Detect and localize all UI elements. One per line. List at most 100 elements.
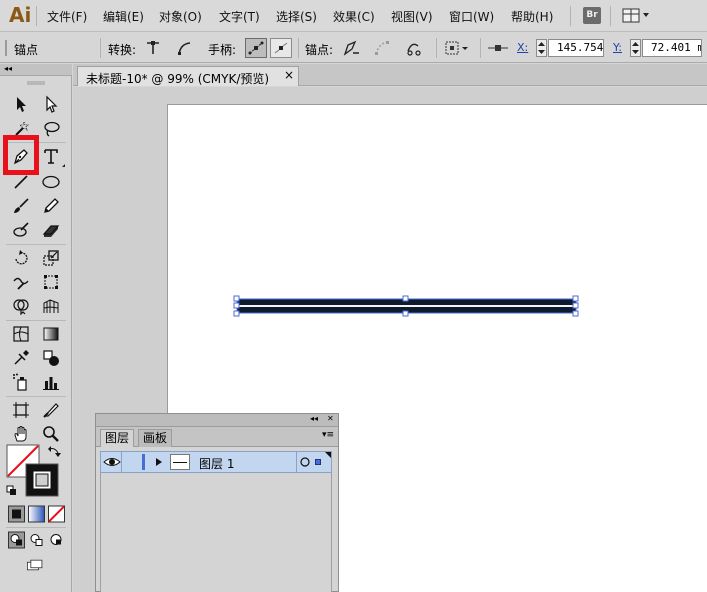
convert-label: 转换: [108,43,137,57]
symbol-sprayer-tool[interactable] [10,371,32,393]
menu-file[interactable]: 文件(F) [47,8,87,25]
layer-name[interactable]: 图层 1 [199,455,234,472]
bridge-button[interactable]: Br [583,7,601,24]
rotate-tool[interactable] [10,247,32,269]
layers-list-area[interactable] [100,473,332,592]
convert-to-smooth-button[interactable] [175,39,193,57]
menu-bar: Ai 文件(F) 编辑(E) 对象(O) 文字(T) 选择(S) 效果(C) 视… [0,0,707,32]
ellipse-tool[interactable] [40,171,62,193]
hide-handles-button[interactable] [270,38,292,58]
reference-point-button[interactable] [444,39,472,57]
scale-icon [43,250,59,266]
menu-select[interactable]: 选择(S) [276,8,317,25]
artboard-tool[interactable] [10,399,32,421]
gradient-icon [43,327,59,341]
column-graph-tool[interactable] [40,371,62,393]
swap-fill-stroke-icon[interactable] [47,445,61,459]
free-transform-tool[interactable] [40,271,62,293]
slice-tool[interactable] [40,399,62,421]
pen-remove-icon [343,40,359,56]
x-input[interactable]: 145.754 [548,39,604,57]
shape-builder-tool[interactable] [10,295,32,317]
screen-mode-button[interactable] [22,556,48,574]
default-fill-stroke-icon[interactable] [6,485,18,497]
x-spinner[interactable] [536,39,547,57]
connect-anchors-button[interactable] [373,39,391,57]
remove-anchor-button[interactable] [342,39,360,57]
lasso-tool[interactable] [40,118,62,140]
mesh-tool[interactable] [10,323,32,345]
menu-window[interactable]: 窗口(W) [449,8,494,25]
menu-edit[interactable]: 编辑(E) [103,8,144,25]
eraser-tool[interactable] [40,219,62,241]
close-icon[interactable]: ✕ [327,414,334,423]
paintbrush-tool[interactable] [10,195,32,217]
tools-panel-header[interactable]: ◂◂ [0,64,72,76]
layers-panel-header[interactable]: ◂◂ ✕ [96,414,338,427]
draw-normal-button[interactable] [8,531,25,548]
handles-label: 手柄: [208,43,237,57]
hand-tool[interactable] [10,423,32,445]
zoom-magnifier-icon [43,426,59,442]
visibility-eye-icon[interactable] [103,454,121,470]
menu-object[interactable]: 对象(O) [159,8,202,25]
control-separator [480,38,481,58]
none-mode-button[interactable] [48,505,65,522]
y-spinner[interactable] [630,39,641,57]
collapse-icon[interactable]: ◂◂ [4,64,12,73]
direct-selection-arrow-icon [46,95,58,113]
expand-triangle-icon[interactable] [154,457,164,467]
gradient-tool[interactable] [40,323,62,345]
eyedropper-tool[interactable] [10,347,32,369]
tab-layers[interactable]: 图层 [100,429,135,447]
zoom-tool[interactable] [40,423,62,445]
warp-tool[interactable] [10,271,32,293]
tab-artboards[interactable]: 画板 [138,429,173,447]
pencil-tool[interactable] [40,195,62,217]
symbol-sprayer-icon [13,373,27,391]
color-mode-button[interactable] [8,505,25,522]
document-tab[interactable]: 未标题-10* @ 99% (CMYK/预览) × [77,66,299,86]
x-label: X: [517,41,529,54]
menu-separator [610,6,611,26]
layer-color-swatch [142,454,145,470]
flyout-triangle-icon [62,164,65,167]
draw-inside-button[interactable] [48,531,65,548]
target-circle-icon[interactable] [300,457,310,467]
gradient-mode-button[interactable] [28,505,45,522]
collapse-icon[interactable]: ◂◂ [310,414,318,423]
draw-behind-icon [30,533,43,546]
layer-row[interactable]: 图层 1 [100,451,332,473]
blend-tool[interactable] [40,347,62,369]
menu-view[interactable]: 视图(V) [391,8,433,25]
draw-behind-button[interactable] [28,531,45,548]
selection-indicator[interactable] [315,459,321,465]
convert-to-corner-button[interactable] [144,39,162,57]
ellipse-icon [42,175,60,189]
line-segment-icon [14,175,28,189]
menu-help[interactable]: 帮助(H) [511,8,553,25]
perspective-grid-tool[interactable] [40,295,62,317]
scale-tool[interactable] [40,247,62,269]
type-tool[interactable] [40,145,62,167]
grip-icon [27,81,45,85]
selection-tool[interactable] [10,93,32,115]
perspective-grid-icon [43,299,59,313]
layer-thumbnail [170,454,190,470]
workspace-switcher-button[interactable] [622,7,652,24]
y-input[interactable]: 72.401 m [642,39,702,57]
close-icon[interactable]: × [284,68,294,82]
eyedropper-icon [14,350,29,365]
artboard-icon [13,402,29,418]
menu-type[interactable]: 文字(T) [219,8,260,25]
show-handles-button[interactable] [245,38,267,58]
blob-brush-tool[interactable] [10,219,32,241]
panel-menu-icon[interactable]: ▾≡ [322,430,334,440]
menu-effect[interactable]: 效果(C) [333,8,375,25]
document-tab-bar: 未标题-10* @ 99% (CMYK/预览) × [73,64,707,86]
cut-path-button[interactable] [405,39,423,57]
rotate-icon [15,250,28,265]
direct-selection-tool[interactable] [40,93,62,115]
gradient-swatch-icon [28,505,45,522]
hand-icon [14,426,27,442]
